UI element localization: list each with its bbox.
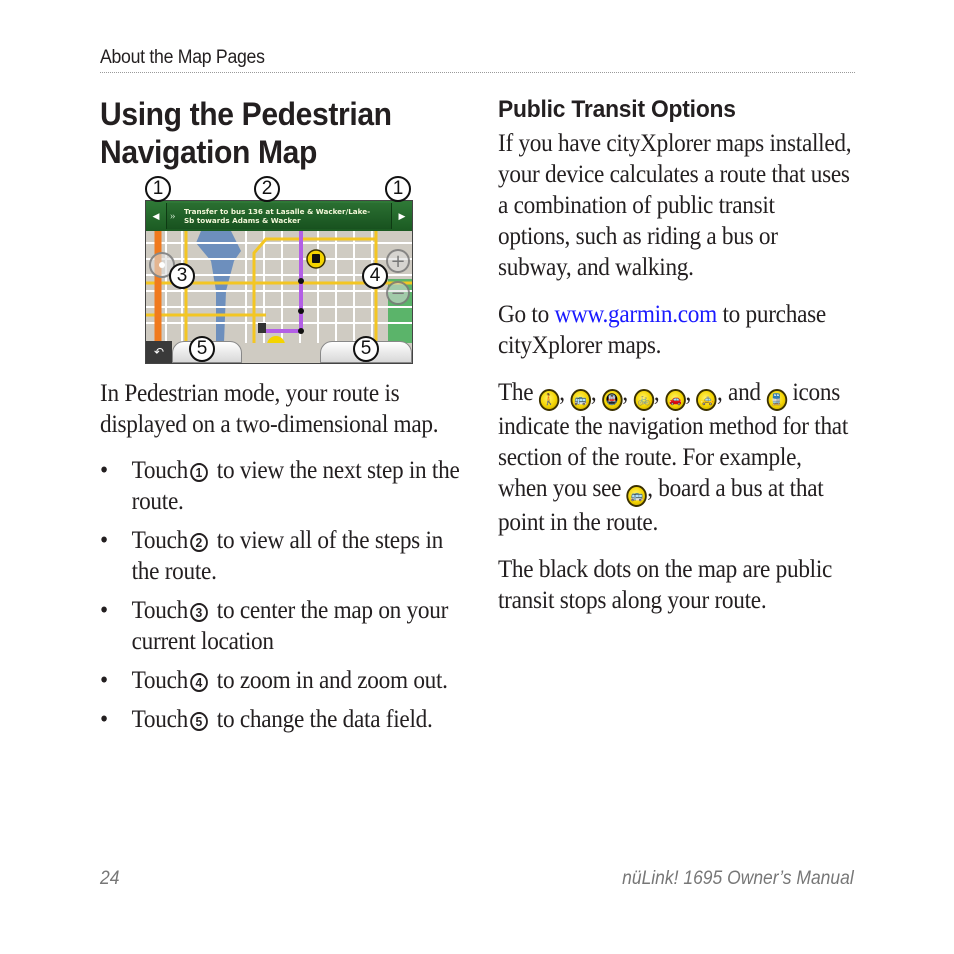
car-icon: 🚗	[664, 389, 686, 411]
turn-instruction: Transfer to bus 136 at Lasalle & Wacker/…	[184, 207, 370, 225]
running-head: About the Map Pages	[100, 47, 265, 68]
callout-ref-1: 1	[189, 463, 208, 482]
icons-paragraph: The 🚶, 🚌, 🚇, 🚲, 🚗, 🚕, and 🚆 icons indica…	[498, 379, 849, 536]
transit-stop	[298, 278, 304, 284]
bus-glyph	[312, 254, 320, 263]
taxi-icon: 🚕	[696, 389, 717, 411]
text: The	[498, 379, 534, 406]
previous-step-button[interactable]: ◀	[146, 201, 166, 231]
turn-instruction-line1: Transfer to bus 136 at Lasalle & Wacker/…	[184, 207, 371, 216]
bus-icon: 🚌	[626, 485, 648, 507]
bullet: •	[100, 527, 108, 554]
touch-word: Touch	[131, 527, 189, 554]
subway-icon: 🚇	[601, 389, 623, 411]
turn-list-button[interactable]: » Transfer to bus 136 at Lasalle & Wacke…	[166, 203, 392, 229]
next-turn-banner: ◀ » Transfer to bus 136 at Lasalle & Wac…	[146, 201, 412, 231]
callout-1-left: 1	[145, 176, 171, 202]
zoom-out-button[interactable]: −	[386, 281, 410, 305]
plus-icon: +	[390, 250, 406, 272]
back-button[interactable]: ↶	[146, 341, 172, 363]
list-item: • Touch 2 to view all of the steps in the …	[100, 525, 476, 587]
pedestrian-map-screenshot: ◀ » Transfer to bus 136 at Lasalle & Wac…	[143, 176, 415, 366]
back-icon: ↶	[153, 344, 165, 359]
walking-icon: 🚶	[538, 389, 560, 411]
callout-1-right: 1	[385, 176, 411, 202]
touch-word: Touch	[131, 706, 189, 733]
bicycle-icon: 🚲	[633, 389, 654, 411]
destination-flag-icon	[258, 323, 266, 333]
turn-instruction-line2: Sb towards Adams & Wacker	[184, 216, 301, 225]
text: Go to	[498, 301, 555, 328]
callout-2: 2	[254, 176, 280, 202]
transit-stop	[298, 328, 304, 334]
text: , and	[716, 379, 761, 406]
page-title-line2: Navigation Map	[100, 134, 318, 170]
callout-ref-4: 4	[189, 673, 208, 692]
page-title: Using the Pedestrian Navigation Map	[100, 95, 392, 171]
callout-3: 3	[169, 263, 195, 289]
train-icon: 🚆	[766, 389, 787, 411]
arrow-left-icon: ◀	[152, 210, 160, 221]
page-number: 24	[100, 868, 120, 889]
purchase-paragraph: Go to www.garmin.com to purchase cityXpl…	[498, 299, 851, 361]
garmin-link[interactable]: www.garmin.com	[554, 301, 717, 328]
next-step-button[interactable]: ▶	[392, 201, 412, 231]
intro-paragraph: In Pedestrian mode, your route is displa…	[100, 380, 439, 438]
bus-icon: 🚌	[570, 389, 591, 411]
header-divider	[100, 72, 855, 73]
bullet: •	[100, 667, 108, 694]
transit-stops-paragraph: The black dots on the map are public tra…	[498, 556, 833, 614]
section-heading: Public Transit Options	[498, 96, 736, 123]
arrow-right-icon: ▶	[398, 210, 406, 221]
bullet-text: to zoom in and zoom out.	[211, 667, 448, 694]
touch-instructions-list: • Touch 1 to view the next step in the rou…	[100, 455, 475, 743]
callout-ref-3: 3	[189, 603, 208, 622]
list-item: • Touch 3 to center the map on your curren…	[100, 595, 476, 657]
location-dot	[159, 262, 165, 268]
callout-4: 4	[362, 263, 388, 289]
list-item: • Touch 5 to change the data field.	[100, 704, 476, 735]
callout-5-right: 5	[353, 336, 379, 362]
manual-title: nüLink! 1695 Owner’s Manual	[622, 868, 854, 889]
bullet: •	[100, 706, 108, 733]
touch-word: Touch	[131, 597, 189, 624]
bullet: •	[100, 597, 108, 624]
callout-ref-2: 2	[189, 533, 208, 552]
list-item: • Touch 4 to zoom in and zoom out.	[100, 665, 476, 696]
cityxplorer-paragraph: If you have cityXplorer maps installed, …	[498, 130, 852, 281]
list-item: • Touch 1 to view the next step in the rou…	[100, 455, 476, 517]
zoom-in-button[interactable]: +	[386, 249, 410, 273]
page-title-line1: Using the Pedestrian	[100, 96, 392, 132]
touch-word: Touch	[131, 667, 189, 694]
callout-ref-5: 5	[189, 712, 208, 731]
touch-word: Touch	[131, 457, 189, 484]
transit-stop	[298, 308, 304, 314]
turn-arrow-icon: »	[170, 210, 176, 222]
right-column: If you have cityXplorer maps installed, …	[498, 128, 868, 632]
bullet: •	[100, 457, 108, 484]
minus-icon: −	[390, 282, 406, 304]
bullet-text: to change the data field.	[211, 706, 433, 733]
callout-5-left: 5	[189, 336, 215, 362]
